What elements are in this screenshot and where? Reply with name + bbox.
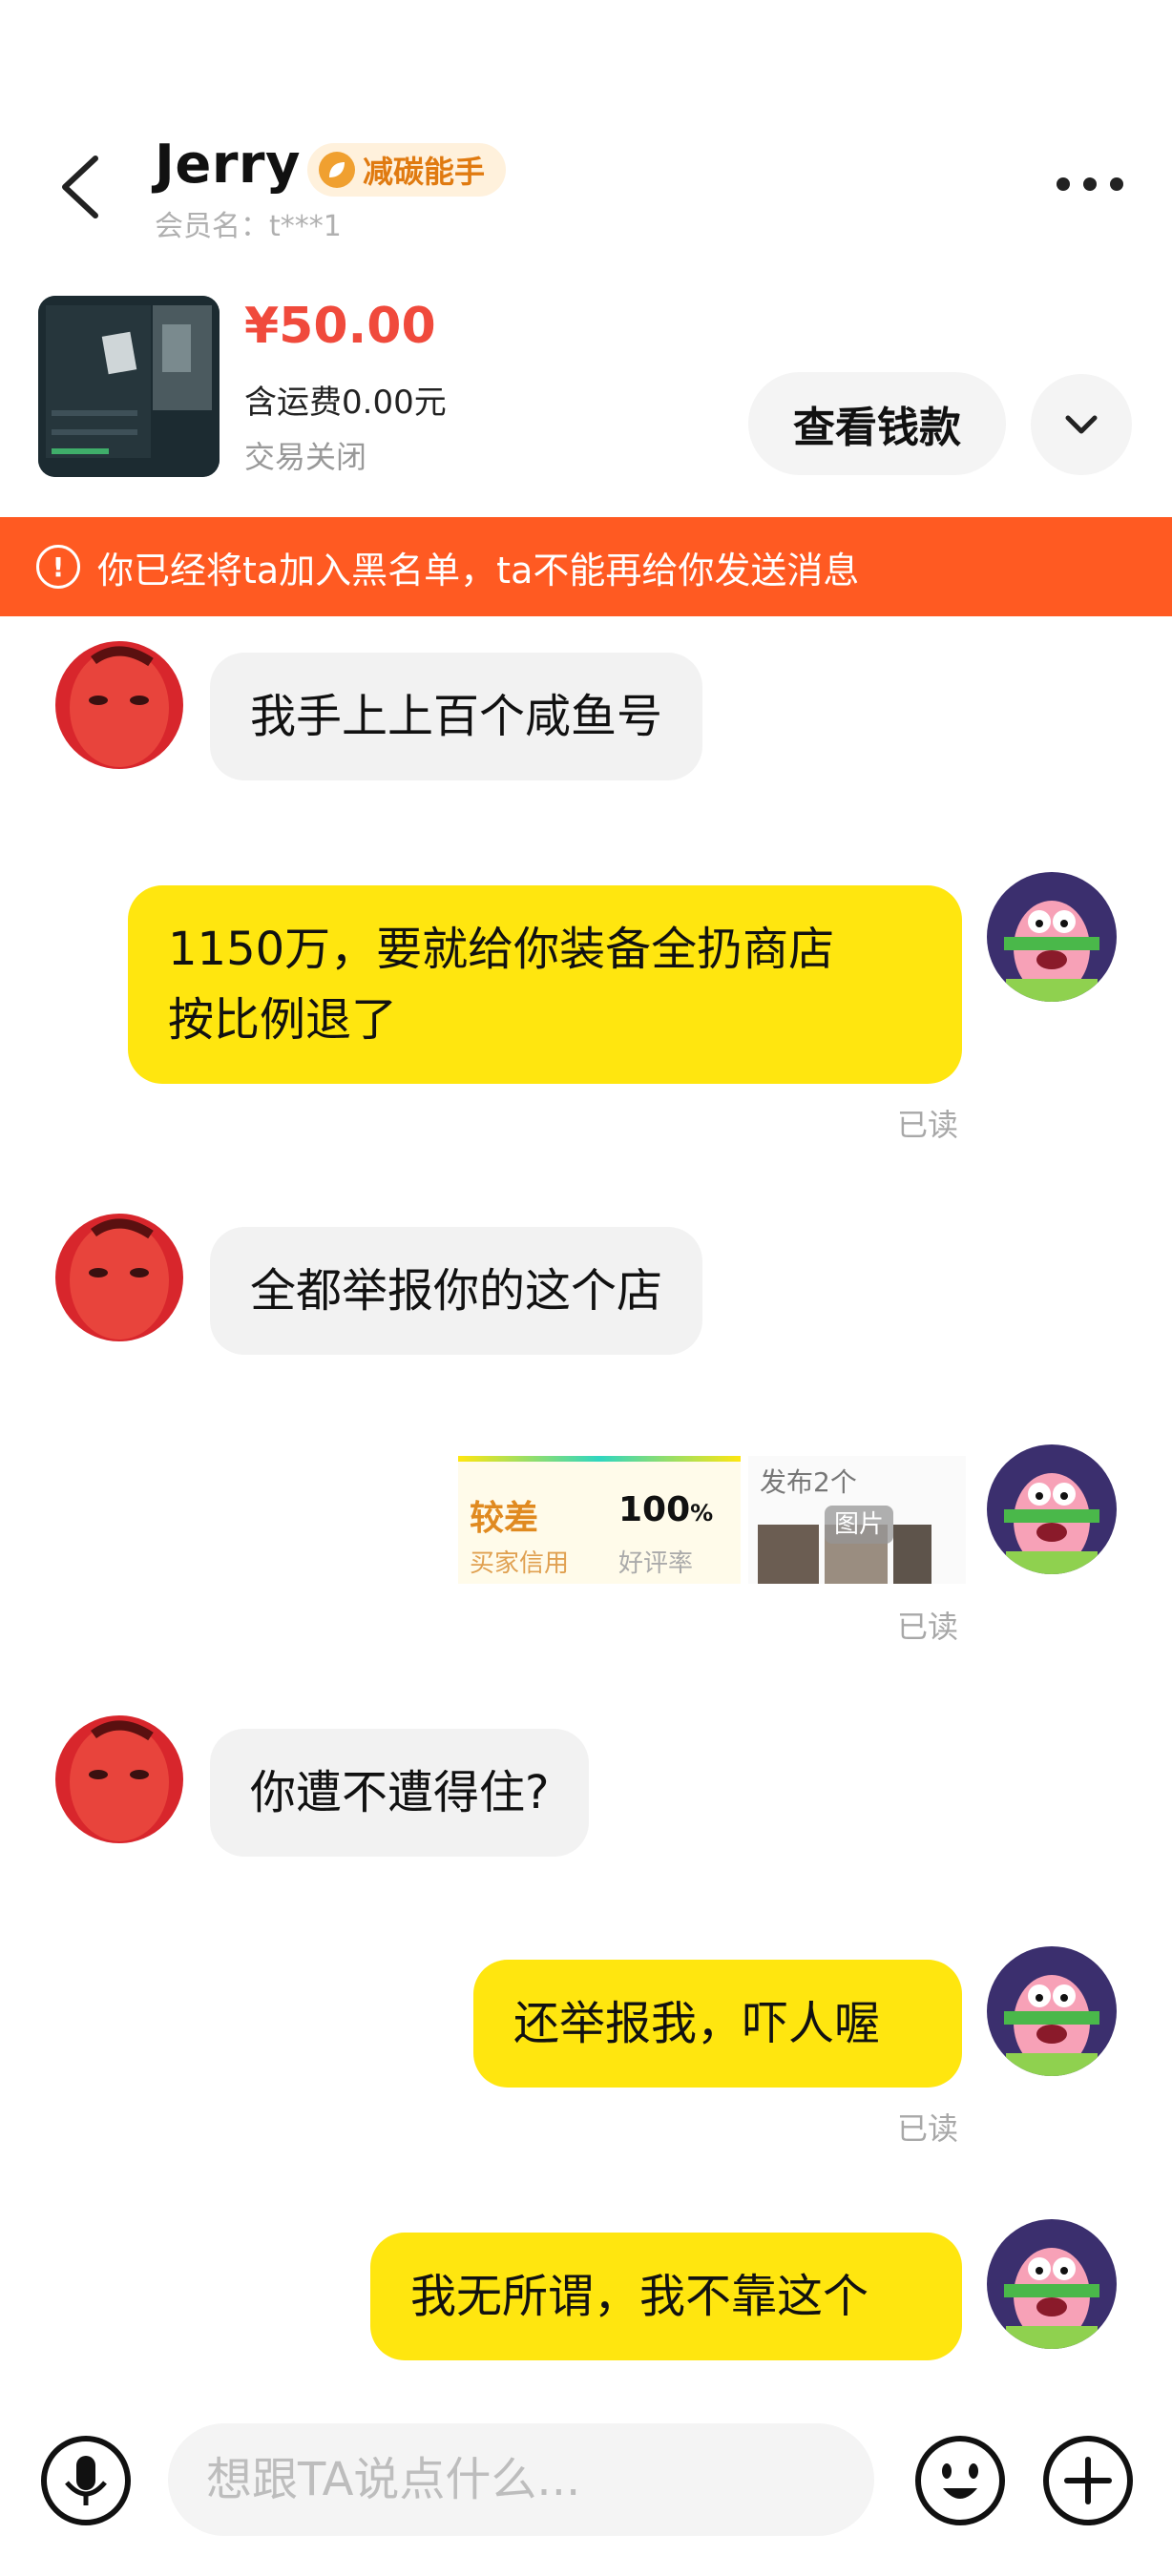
message-bubble-in[interactable]: 我手上上百个咸鱼号	[210, 653, 703, 780]
posted-count: 发布2个	[760, 1466, 857, 1498]
member-name: 会员名：t***1	[155, 210, 342, 243]
my-avatar[interactable]	[987, 872, 1117, 1002]
post-thumb	[893, 1525, 931, 1584]
chevron-down-icon	[1065, 415, 1098, 434]
seller-badge: 减碳能手	[307, 143, 507, 197]
rate-number: 100	[618, 1490, 691, 1529]
warning-icon: !	[36, 545, 80, 589]
card-strip	[458, 1456, 741, 1462]
badge-label: 减碳能手	[363, 154, 486, 190]
read-receipt: 已读	[897, 1107, 959, 1143]
message-bubble-out[interactable]: 我无所谓，我不靠这个	[370, 2233, 962, 2360]
seller-name[interactable]: Jerry	[155, 134, 301, 196]
message-input[interactable]	[168, 2423, 874, 2536]
product-thumbnail[interactable]	[38, 296, 220, 477]
positive-rate-label: 好评率	[618, 1549, 694, 1578]
view-payment-button[interactable]: 查看钱款	[748, 372, 1006, 475]
back-icon[interactable]	[53, 153, 111, 221]
message-bubble-out[interactable]: 还举报我，吓人喔	[473, 1960, 962, 2088]
banner-text: 你已经将ta加入黑名单，ta不能再给你发送消息	[97, 549, 860, 592]
plus-icon[interactable]	[1040, 2433, 1136, 2528]
image-tag: 图片	[825, 1506, 894, 1544]
my-avatar[interactable]	[987, 1444, 1117, 1574]
other-avatar[interactable]	[55, 641, 183, 769]
mic-icon[interactable]	[38, 2433, 134, 2528]
order-price: ¥50.00	[244, 298, 436, 355]
read-receipt: 已读	[897, 2110, 959, 2147]
credit-panel: 较差 买家信用 100% 好评率	[458, 1456, 741, 1584]
my-avatar[interactable]	[987, 2219, 1117, 2349]
buyer-credit-label: 买家信用	[470, 1549, 570, 1578]
my-avatar[interactable]	[987, 1946, 1117, 2076]
message-line: 按比例退了	[168, 993, 398, 1047]
expand-order-button[interactable]	[1031, 374, 1132, 475]
post-thumb	[758, 1525, 819, 1584]
other-avatar[interactable]	[55, 1214, 183, 1341]
read-receipt: 已读	[897, 1609, 959, 1645]
message-bubble-in[interactable]: 全都举报你的这个店	[210, 1227, 703, 1355]
order-status: 交易关闭	[244, 439, 367, 475]
leaf-icon	[319, 152, 355, 188]
other-avatar[interactable]	[55, 1715, 183, 1843]
message-bubble-in[interactable]: 你遭不遭得住?	[210, 1729, 590, 1857]
buyer-credit-value: 较差	[470, 1499, 539, 1538]
shop-card[interactable]: 较差 买家信用 100% 好评率 发布2个 图片	[458, 1450, 966, 1584]
message-line: 1150万，要就给你装备全扔商店	[168, 923, 835, 976]
posts-panel: 发布2个 图片	[748, 1456, 966, 1584]
emoji-icon[interactable]	[912, 2433, 1008, 2528]
rate-unit: %	[690, 1500, 714, 1527]
message-bubble-out[interactable]: 1150万，要就给你装备全扔商店 按比例退了	[128, 885, 962, 1084]
positive-rate-value: 100%	[618, 1490, 713, 1529]
more-icon[interactable]	[1052, 170, 1128, 198]
blacklist-banner: ! 你已经将ta加入黑名单，ta不能再给你发送消息	[0, 517, 1172, 616]
shipping-fee: 含运费0.00元	[244, 384, 447, 422]
